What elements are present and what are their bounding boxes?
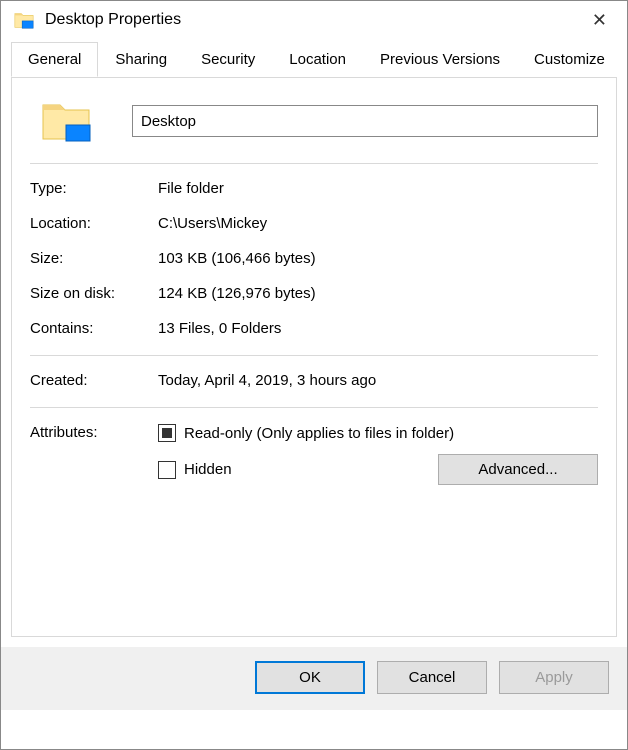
tab-general[interactable]: General — [11, 42, 98, 77]
row-created: Created: Today, April 4, 2019, 3 hours a… — [30, 372, 598, 389]
type-value: File folder — [158, 180, 224, 197]
size-on-disk-value: 124 KB (126,976 bytes) — [158, 285, 316, 302]
location-label: Location: — [30, 215, 158, 232]
button-bar: OK Cancel Apply — [1, 647, 627, 710]
tabs: General Sharing Security Location Previo… — [11, 42, 617, 78]
readonly-row: Read-only (Only applies to files in fold… — [158, 424, 598, 442]
size-on-disk-label: Size on disk: — [30, 285, 158, 302]
contains-value: 13 Files, 0 Folders — [158, 320, 281, 337]
readonly-checkbox[interactable] — [158, 424, 176, 442]
row-contains: Contains: 13 Files, 0 Folders — [30, 320, 598, 337]
folder-name-input[interactable] — [132, 105, 598, 137]
tab-panel-general: Type: File folder Location: C:\Users\Mic… — [11, 77, 617, 637]
size-label: Size: — [30, 250, 158, 267]
size-value: 103 KB (106,466 bytes) — [158, 250, 316, 267]
readonly-label: Read-only (Only applies to files in fold… — [184, 425, 454, 442]
attributes-section: Attributes: Read-only (Only applies to f… — [30, 424, 598, 485]
row-size-on-disk: Size on disk: 124 KB (126,976 bytes) — [30, 285, 598, 302]
contains-label: Contains: — [30, 320, 158, 337]
tab-customize[interactable]: Customize — [517, 42, 622, 77]
attributes-label: Attributes: — [30, 424, 158, 485]
tab-sharing[interactable]: Sharing — [98, 42, 184, 77]
window-title: Desktop Properties — [45, 11, 584, 29]
separator — [30, 163, 598, 164]
close-button[interactable]: ✕ — [584, 10, 615, 31]
titlebar: Desktop Properties ✕ — [1, 1, 627, 41]
advanced-button[interactable]: Advanced... — [438, 454, 598, 485]
row-location: Location: C:\Users\Mickey — [30, 215, 598, 232]
client-area: General Sharing Security Location Previo… — [1, 41, 627, 647]
location-value: C:\Users\Mickey — [158, 215, 267, 232]
tab-previous-versions[interactable]: Previous Versions — [363, 42, 517, 77]
folder-icon — [13, 9, 35, 31]
created-label: Created: — [30, 372, 158, 389]
row-type: Type: File folder — [30, 180, 598, 197]
created-value: Today, April 4, 2019, 3 hours ago — [158, 372, 376, 389]
folder-large-icon — [40, 99, 92, 143]
ok-button[interactable]: OK — [255, 661, 365, 694]
apply-button[interactable]: Apply — [499, 661, 609, 694]
row-size: Size: 103 KB (106,466 bytes) — [30, 250, 598, 267]
tab-security[interactable]: Security — [184, 42, 272, 77]
type-label: Type: — [30, 180, 158, 197]
hidden-row: Hidden — [158, 461, 232, 479]
hidden-label: Hidden — [184, 461, 232, 478]
separator — [30, 355, 598, 356]
separator — [30, 407, 598, 408]
tab-location[interactable]: Location — [272, 42, 363, 77]
hidden-checkbox[interactable] — [158, 461, 176, 479]
header-row — [30, 99, 598, 143]
cancel-button[interactable]: Cancel — [377, 661, 487, 694]
